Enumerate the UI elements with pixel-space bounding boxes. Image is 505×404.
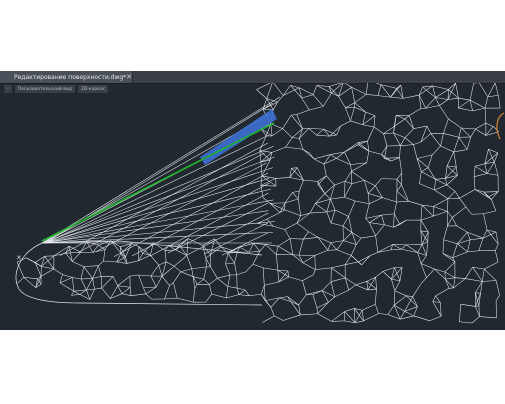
view-dropdown[interactable]: Пользовательский вид: [14, 85, 75, 93]
selected-edge-highlight[interactable]: [41, 122, 275, 242]
close-icon[interactable]: ✕: [126, 73, 132, 81]
boundary-line: [496, 112, 505, 140]
drawing-window: Редактирование поверхности.dwg* ✕ - Поль…: [0, 71, 505, 330]
ucs-axis-icon: ✕: [16, 254, 22, 262]
tab-title: Редактирование поверхности.dwg*: [14, 73, 127, 81]
viewport-minus-button[interactable]: -: [4, 85, 12, 93]
drawing-canvas[interactable]: [0, 83, 505, 330]
visual-style-dropdown[interactable]: 2D-каркас: [77, 85, 109, 93]
long-edge-fan: [41, 96, 281, 257]
tab-document[interactable]: Редактирование поверхности.dwg* ✕: [0, 71, 133, 83]
viewport-controls: - Пользовательский вид 2D-каркас: [4, 85, 109, 93]
